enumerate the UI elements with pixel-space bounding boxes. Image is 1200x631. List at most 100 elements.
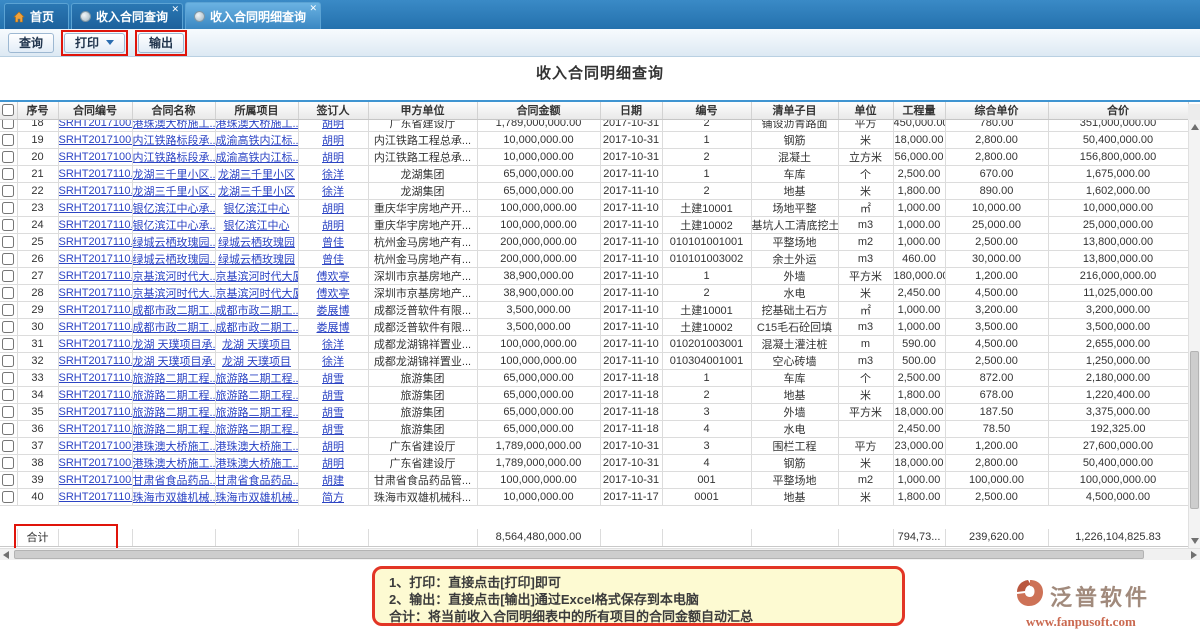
contract-name-link[interactable]: 内江铁路标段承... bbox=[133, 152, 216, 164]
select-all-checkbox[interactable] bbox=[2, 104, 14, 116]
contract-name-link[interactable]: 港珠澳大桥施工... bbox=[133, 441, 216, 453]
signer-link[interactable]: 胡明 bbox=[322, 220, 344, 232]
signer-link[interactable]: 曾佳 bbox=[322, 254, 344, 266]
signer-link[interactable]: 徐洋 bbox=[322, 339, 344, 351]
project-link[interactable]: 成都市政二期工... bbox=[216, 322, 299, 334]
column-header-0[interactable]: 序号 bbox=[17, 102, 58, 119]
project-link[interactable]: 港珠澳大桥施工... bbox=[216, 458, 299, 470]
print-button[interactable]: 打印 bbox=[64, 33, 125, 53]
signer-link[interactable]: 傅欢亭 bbox=[317, 271, 350, 283]
project-link[interactable]: 绿城云栖玫瑰园 bbox=[218, 237, 295, 249]
signer-link[interactable]: 简方 bbox=[322, 492, 344, 504]
contract-name-link[interactable]: 旅游路二期工程... bbox=[133, 373, 216, 385]
column-header-10[interactable]: 单位 bbox=[838, 102, 893, 119]
contract-no-link[interactable]: SRHT2017110... bbox=[59, 321, 133, 333]
row-checkbox[interactable] bbox=[2, 338, 14, 350]
scroll-up-icon[interactable] bbox=[1191, 124, 1199, 130]
contract-name-link[interactable]: 港珠澳大桥施工... bbox=[133, 120, 216, 130]
row-checkbox[interactable] bbox=[2, 474, 14, 486]
column-header-12[interactable]: 综合单价 bbox=[945, 102, 1048, 119]
row-checkbox[interactable] bbox=[2, 423, 14, 435]
signer-link[interactable]: 胡雪 bbox=[322, 424, 344, 436]
project-link[interactable]: 成都市政二期工... bbox=[216, 305, 299, 317]
contract-name-link[interactable]: 绿城云栖玫瑰园... bbox=[133, 237, 216, 249]
row-checkbox[interactable] bbox=[2, 236, 14, 248]
contract-name-link[interactable]: 内江铁路标段承... bbox=[133, 135, 216, 147]
signer-link[interactable]: 徐洋 bbox=[322, 169, 344, 181]
contract-name-link[interactable]: 旅游路二期工程... bbox=[133, 390, 216, 402]
contract-name-link[interactable]: 京基滨河时代大... bbox=[133, 271, 216, 283]
signer-link[interactable]: 娄展博 bbox=[317, 322, 350, 334]
signer-link[interactable]: 胡明 bbox=[322, 203, 344, 215]
project-link[interactable]: 绿城云栖玫瑰园 bbox=[218, 254, 295, 266]
contract-no-link[interactable]: SRHT2017100... bbox=[59, 457, 133, 469]
contract-name-link[interactable]: 京基滨河时代大... bbox=[133, 288, 216, 300]
contract-no-link[interactable]: SRHT2017100... bbox=[59, 474, 133, 486]
contract-name-link[interactable]: 龙湖 天璞项目承... bbox=[133, 356, 216, 368]
signer-link[interactable]: 胡明 bbox=[322, 120, 344, 130]
contract-no-link[interactable]: SRHT2017100... bbox=[59, 120, 133, 129]
contract-name-link[interactable]: 珠海市双雄机械... bbox=[133, 492, 216, 504]
row-checkbox[interactable] bbox=[2, 134, 14, 146]
row-checkbox[interactable] bbox=[2, 120, 14, 129]
tab-income-contract-query[interactable]: 收入合同查询 ✕ bbox=[71, 3, 183, 29]
project-link[interactable]: 京基滨河时代大厦 bbox=[216, 271, 299, 283]
query-button[interactable]: 查询 bbox=[8, 33, 54, 53]
scroll-right-icon[interactable] bbox=[1191, 551, 1197, 559]
contract-no-link[interactable]: SRHT2017110... bbox=[59, 372, 133, 384]
contract-no-link[interactable]: SRHT2017110... bbox=[59, 338, 133, 350]
column-header-13[interactable]: 合价 bbox=[1048, 102, 1188, 119]
contract-name-link[interactable]: 甘肃省食品药品... bbox=[133, 475, 216, 487]
contract-name-link[interactable]: 旅游路二期工程... bbox=[133, 407, 216, 419]
column-header-8[interactable]: 编号 bbox=[662, 102, 751, 119]
signer-link[interactable]: 胡明 bbox=[322, 458, 344, 470]
contract-no-link[interactable]: SRHT2017110... bbox=[59, 423, 133, 435]
column-header-2[interactable]: 合同名称 bbox=[132, 102, 215, 119]
project-link[interactable]: 龙湖 天璞项目 bbox=[222, 339, 291, 351]
contract-no-link[interactable]: SRHT2017110... bbox=[59, 168, 133, 180]
project-link[interactable]: 成渝高铁内江标... bbox=[216, 152, 299, 164]
row-checkbox[interactable] bbox=[2, 372, 14, 384]
vertical-scroll-thumb[interactable] bbox=[1190, 351, 1199, 509]
project-link[interactable]: 珠海市双雄机械... bbox=[216, 492, 299, 504]
export-button[interactable]: 输出 bbox=[138, 33, 184, 53]
contract-no-link[interactable]: SRHT2017110... bbox=[59, 236, 133, 248]
contract-name-link[interactable]: 旅游路二期工程... bbox=[133, 424, 216, 436]
signer-link[interactable]: 胡明 bbox=[322, 135, 344, 147]
contract-name-link[interactable]: 港珠澳大桥施工... bbox=[133, 458, 216, 470]
signer-link[interactable]: 胡雪 bbox=[322, 407, 344, 419]
project-link[interactable]: 京基滨河时代大厦 bbox=[216, 288, 299, 300]
signer-link[interactable]: 胡雪 bbox=[322, 390, 344, 402]
row-checkbox[interactable] bbox=[2, 219, 14, 231]
contract-name-link[interactable]: 成都市政二期工... bbox=[133, 322, 216, 334]
project-link[interactable]: 甘肃省食品药品... bbox=[216, 475, 299, 487]
project-link[interactable]: 银亿滨江中心 bbox=[224, 220, 290, 232]
row-checkbox[interactable] bbox=[2, 389, 14, 401]
signer-link[interactable]: 胡明 bbox=[322, 152, 344, 164]
row-checkbox[interactable] bbox=[2, 185, 14, 197]
signer-link[interactable]: 傅欢亭 bbox=[317, 288, 350, 300]
contract-name-link[interactable]: 成都市政二期工... bbox=[133, 305, 216, 317]
row-checkbox[interactable] bbox=[2, 287, 14, 299]
close-icon[interactable]: ✕ bbox=[310, 3, 318, 13]
contract-name-link[interactable]: 银亿滨江中心承... bbox=[133, 203, 216, 215]
contract-name-link[interactable]: 龙湖三千里小区... bbox=[133, 186, 216, 198]
project-link[interactable]: 旅游路二期工程... bbox=[216, 390, 299, 402]
row-checkbox[interactable] bbox=[2, 270, 14, 282]
project-link[interactable]: 龙湖 天璞项目 bbox=[222, 356, 291, 368]
tab-income-contract-detail-query[interactable]: 收入合同明细查询 ✕ bbox=[185, 2, 321, 29]
contract-name-link[interactable]: 龙湖 天璞项目承... bbox=[133, 339, 216, 351]
signer-link[interactable]: 胡建 bbox=[322, 475, 344, 487]
contract-no-link[interactable]: SRHT2017110... bbox=[59, 219, 133, 231]
project-link[interactable]: 旅游路二期工程... bbox=[216, 373, 299, 385]
contract-no-link[interactable]: SRHT2017110... bbox=[59, 491, 133, 503]
contract-no-link[interactable]: SRHT2017110... bbox=[59, 304, 133, 316]
row-checkbox[interactable] bbox=[2, 253, 14, 265]
project-link[interactable]: 龙湖三千里小区 bbox=[218, 186, 295, 198]
scroll-down-icon[interactable] bbox=[1191, 538, 1199, 544]
signer-link[interactable]: 胡明 bbox=[322, 441, 344, 453]
contract-no-link[interactable]: SRHT2017110... bbox=[59, 270, 133, 282]
signer-link[interactable]: 胡雪 bbox=[322, 373, 344, 385]
scroll-left-icon[interactable] bbox=[3, 551, 9, 559]
column-header-4[interactable]: 签订人 bbox=[298, 102, 368, 119]
